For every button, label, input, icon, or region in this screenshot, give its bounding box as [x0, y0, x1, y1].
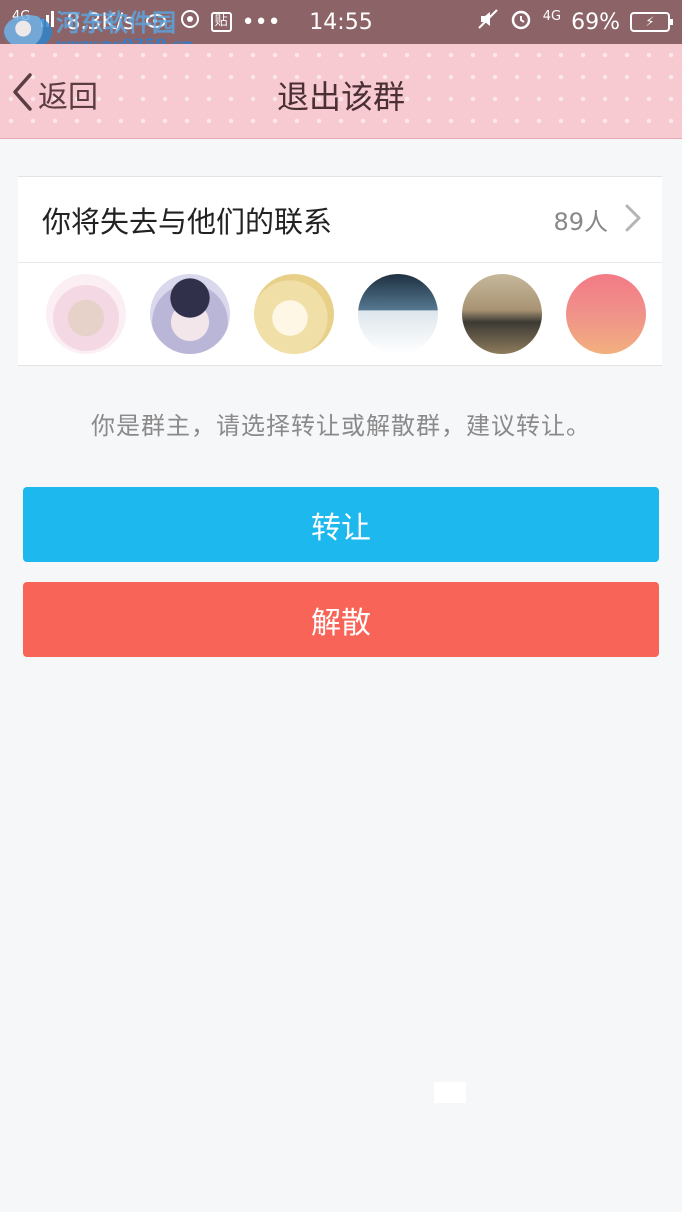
members-card: 你将失去与他们的联系 89人 [18, 176, 662, 366]
chevron-right-icon [608, 203, 642, 237]
avatar[interactable] [358, 274, 438, 354]
tieba-badge: 贴 [210, 12, 232, 32]
avatar[interactable] [462, 274, 542, 354]
network-type-right: 4G [542, 8, 562, 24]
battery-icon: ⚡ [630, 12, 673, 32]
avatar[interactable] [46, 274, 126, 354]
member-avatars [18, 263, 662, 365]
owner-hint-text: 你是群主，请选择转让或解散群，建议转让。 [91, 412, 591, 440]
status-right: 4G 69% ⚡ [477, 7, 673, 37]
page-title: 退出该群 [276, 78, 405, 116]
member-count: 89人 [553, 208, 608, 236]
avatar[interactable] [254, 274, 334, 354]
battery-percent: 69% [571, 9, 620, 35]
avatar[interactable] [150, 274, 230, 354]
transfer-button[interactable]: 转让 [23, 487, 659, 562]
alarm-icon [509, 7, 533, 37]
mute-icon [477, 8, 499, 36]
watermark-site-name: 河东软件园 [56, 9, 176, 37]
more-notifications: ••• [241, 9, 281, 35]
members-title: 你将失去与他们的联系 [42, 204, 333, 239]
avatar[interactable] [566, 274, 646, 354]
members-row[interactable]: 你将失去与他们的联系 89人 [18, 177, 662, 263]
screen-artifact [434, 1082, 466, 1103]
nav-bar: 返回 退出该群 [0, 44, 682, 139]
dissolve-button[interactable]: 解散 [23, 582, 659, 657]
